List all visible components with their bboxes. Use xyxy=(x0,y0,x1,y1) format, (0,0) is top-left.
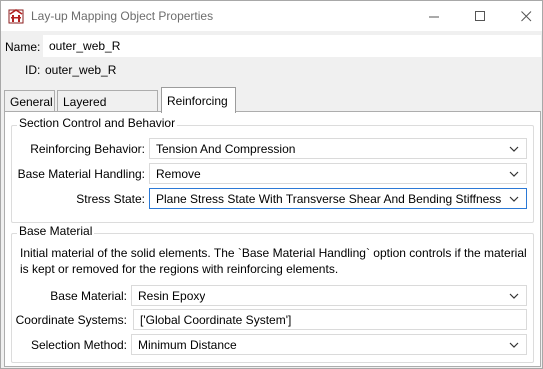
name-input[interactable] xyxy=(43,35,541,57)
chevron-down-icon xyxy=(509,293,519,299)
stress-state-value: Plane Stress State With Transverse Shear… xyxy=(156,191,502,206)
tab-reinforcing[interactable]: Reinforcing xyxy=(161,87,236,113)
selection-method-select[interactable]: Minimum Distance xyxy=(131,334,527,355)
stress-state-select[interactable]: Plane Stress State With Transverse Shear… xyxy=(149,188,527,209)
app-logo-icon xyxy=(8,9,24,24)
tab-general[interactable]: General xyxy=(4,90,55,112)
base-material-value: Resin Epoxy xyxy=(138,288,206,303)
stress-state-label: Stress State: xyxy=(76,192,145,206)
close-icon xyxy=(520,10,531,21)
base-material-handling-select[interactable]: Remove xyxy=(149,163,527,184)
properties-dialog: Lay-up Mapping Object Properties Name: I… xyxy=(0,0,543,369)
chevron-down-icon xyxy=(509,146,519,152)
reinforcing-behavior-select[interactable]: Tension And Compression xyxy=(149,138,527,159)
chevron-down-icon xyxy=(509,196,519,202)
id-value: outer_web_R xyxy=(45,63,117,77)
tab-strip: General Layered Element Reinforcing xyxy=(4,87,541,123)
close-button[interactable] xyxy=(503,1,543,31)
maximize-icon xyxy=(474,10,485,21)
base-material-select[interactable]: Resin Epoxy xyxy=(131,285,527,306)
selection-method-value: Minimum Distance xyxy=(138,337,237,352)
base-material-title: Base Material xyxy=(17,224,95,238)
minimize-icon xyxy=(428,16,439,17)
minimize-button[interactable] xyxy=(411,1,457,31)
coordinate-systems-field[interactable]: ['Global Coordinate System'] xyxy=(133,309,527,330)
reinforcing-behavior-label: Reinforcing Behavior: xyxy=(30,142,145,156)
chevron-down-icon xyxy=(509,171,519,177)
maximize-button[interactable] xyxy=(457,1,503,31)
coordinate-systems-label: Coordinate Systems: xyxy=(15,313,127,327)
tab-layered-element[interactable]: Layered Element xyxy=(57,90,158,123)
id-label: ID: xyxy=(25,63,41,77)
base-material-description: Initial material of the solid elements. … xyxy=(20,246,527,276)
base-material-handling-value: Remove xyxy=(156,166,201,181)
chevron-down-icon xyxy=(509,342,519,348)
name-label: Name: xyxy=(5,40,41,54)
reinforcing-behavior-value: Tension And Compression xyxy=(156,141,296,156)
title-bar[interactable]: Lay-up Mapping Object Properties xyxy=(1,1,542,31)
window-title: Lay-up Mapping Object Properties xyxy=(31,9,214,23)
section-control-title: Section Control and Behavior xyxy=(17,116,178,130)
selection-method-label: Selection Method: xyxy=(30,338,127,352)
base-material-label: Base Material: xyxy=(50,289,127,303)
base-material-handling-label: Base Material Handling: xyxy=(17,167,145,181)
